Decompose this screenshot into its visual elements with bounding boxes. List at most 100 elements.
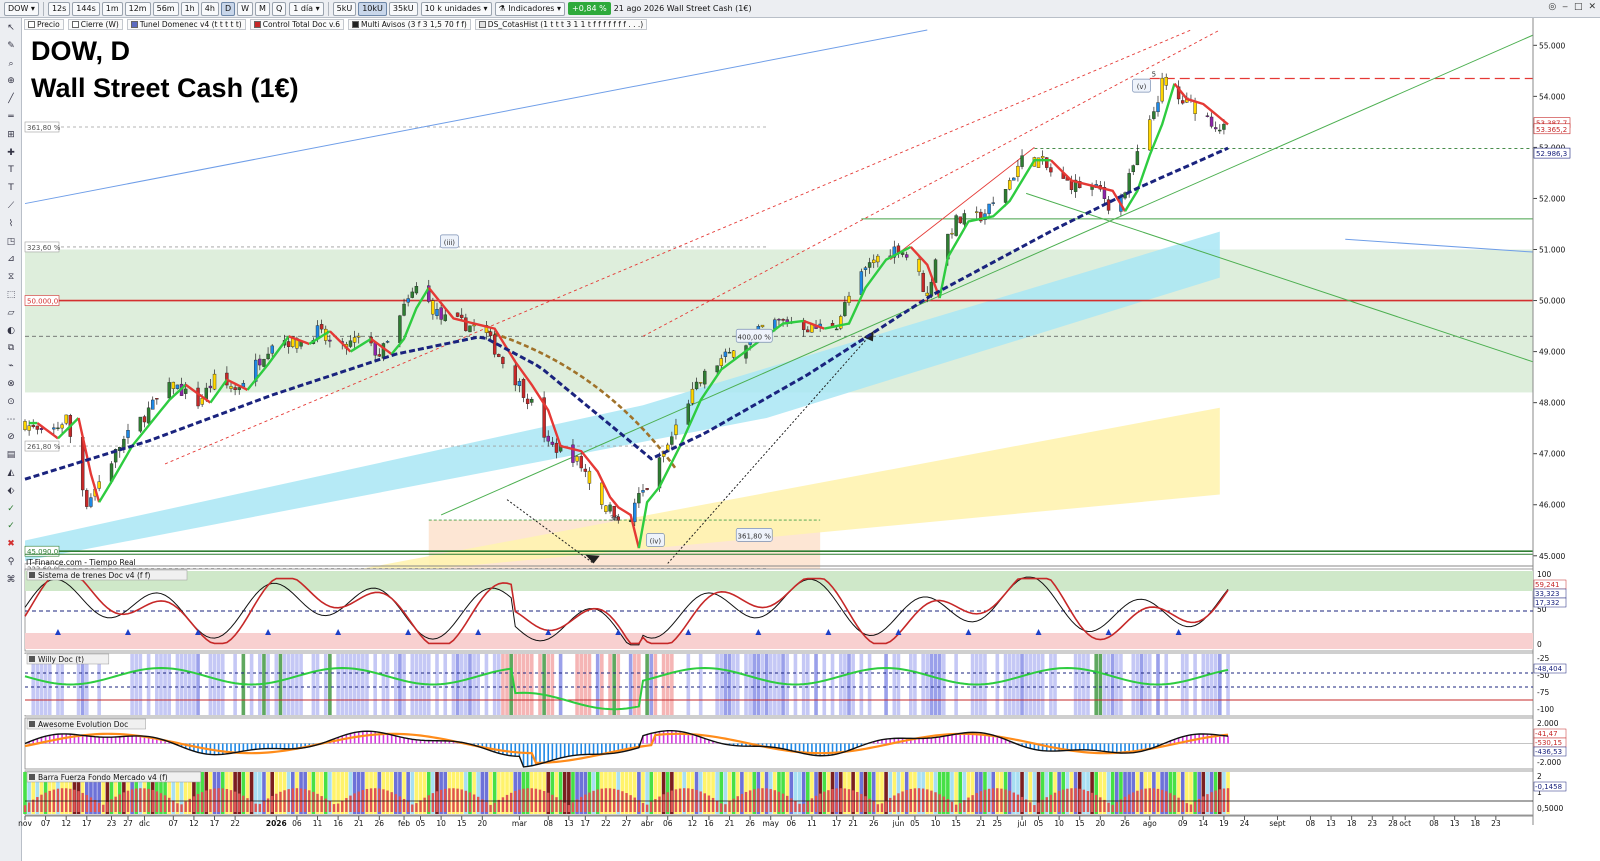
willy-bar <box>1205 654 1210 715</box>
willy-bar <box>1201 654 1206 715</box>
force-bar <box>769 789 772 812</box>
candle-body <box>385 341 390 343</box>
force-bar <box>345 798 348 812</box>
willy-bar <box>665 654 670 715</box>
force-bar <box>102 804 105 812</box>
candle-body <box>690 388 695 404</box>
force-bar <box>221 788 224 812</box>
willy-bar <box>484 654 489 715</box>
willy-bar <box>562 654 567 715</box>
willy-bar <box>941 654 946 715</box>
level-label: 50.000,0 <box>27 298 58 306</box>
force-bar <box>44 792 47 812</box>
willy-bar <box>682 654 686 715</box>
force-bar <box>1222 788 1226 812</box>
force-bar <box>959 802 962 812</box>
willy-bar <box>1172 654 1177 715</box>
force-bar <box>835 788 838 812</box>
candle-body <box>1106 199 1111 211</box>
candle-body <box>600 482 604 505</box>
willy-bar <box>200 654 204 715</box>
candle-body <box>834 328 839 331</box>
force-bar <box>1107 802 1110 812</box>
x-tick-label: 05 <box>910 819 920 828</box>
force-bar <box>728 801 731 812</box>
panel-settings-icon[interactable] <box>29 572 35 578</box>
force-bar <box>291 788 294 812</box>
willy-bar <box>818 654 822 715</box>
candle-body <box>460 314 464 318</box>
willy-bar <box>674 654 678 715</box>
willy-bar <box>501 654 505 715</box>
force-bar <box>814 795 818 812</box>
force-bar <box>336 803 340 812</box>
willy-bar <box>871 654 876 715</box>
panel-settings-icon[interactable] <box>29 774 35 780</box>
force-bar <box>917 788 921 812</box>
panel-settings-icon[interactable] <box>29 721 35 727</box>
willy-bar <box>171 654 176 715</box>
willy-bar <box>748 654 752 715</box>
x-tick-label: 17 <box>832 819 842 828</box>
candle-body <box>575 456 579 462</box>
willy-bar <box>1036 654 1041 715</box>
candle-body <box>1020 155 1024 167</box>
willy-bar <box>550 654 555 715</box>
candle-body <box>637 493 641 504</box>
force-bar <box>316 793 319 812</box>
candle-body <box>455 312 460 317</box>
candle-body <box>23 421 27 430</box>
candle-body <box>208 385 213 389</box>
willy-bar <box>929 654 934 715</box>
candle-body <box>488 331 493 336</box>
force-bar <box>238 793 241 812</box>
force-bar <box>196 794 200 812</box>
candle-body <box>715 365 719 373</box>
willy-bar <box>538 654 542 715</box>
willy-bar <box>727 654 732 715</box>
panel-settings-icon[interactable] <box>29 656 35 662</box>
force-bar <box>398 796 402 812</box>
willy-bar <box>183 654 188 715</box>
panel-title: Sistema de trenes Doc v4 (f f) <box>38 571 151 580</box>
candle-body <box>138 416 143 432</box>
willy-bar <box>946 654 950 715</box>
force-bar <box>1189 804 1193 812</box>
willy-bar <box>315 654 320 715</box>
candle-body <box>1003 189 1008 203</box>
force-bar <box>736 796 739 812</box>
x-tick-label: ago <box>1143 819 1157 828</box>
willy-bar <box>464 654 468 715</box>
willy-bar <box>1209 654 1214 715</box>
indicator-panel-1: Willy Doc (t) -25-50-75-100-48,404 <box>23 652 1567 717</box>
candle-body <box>546 435 550 442</box>
willy-bar <box>1102 654 1107 715</box>
candle-body <box>1148 119 1152 151</box>
x-tick-label: 2026 <box>266 819 287 828</box>
chart-canvas[interactable]: 55.00054.00053.00052.00051.00050.00049.0… <box>0 0 1600 861</box>
x-tick-label: 15 <box>457 819 467 828</box>
force-bar <box>419 800 422 812</box>
willy-bar <box>1098 654 1103 715</box>
willy-bar <box>497 654 501 715</box>
force-bar <box>1144 788 1147 812</box>
candle-body <box>439 307 443 320</box>
force-bar <box>1103 799 1106 812</box>
candle-body <box>146 407 151 424</box>
willy-bar <box>1028 654 1033 715</box>
willy-bar <box>109 654 114 715</box>
willy-bar <box>336 654 340 715</box>
willy-bar <box>694 654 699 715</box>
candle-body <box>661 453 666 457</box>
x-tick-label: 08 <box>543 819 553 828</box>
annotation-label: (v) <box>1137 83 1147 91</box>
annotation-label: 38 <box>610 515 619 523</box>
x-tick-label: 23 <box>107 819 117 828</box>
willy-bar <box>756 654 761 715</box>
force-bar <box>691 788 694 812</box>
candle-body <box>917 258 921 272</box>
willy-bar <box>1185 654 1189 715</box>
willy-bar <box>1049 654 1053 715</box>
force-bar <box>36 797 39 812</box>
blue-trendline <box>24 29 928 205</box>
